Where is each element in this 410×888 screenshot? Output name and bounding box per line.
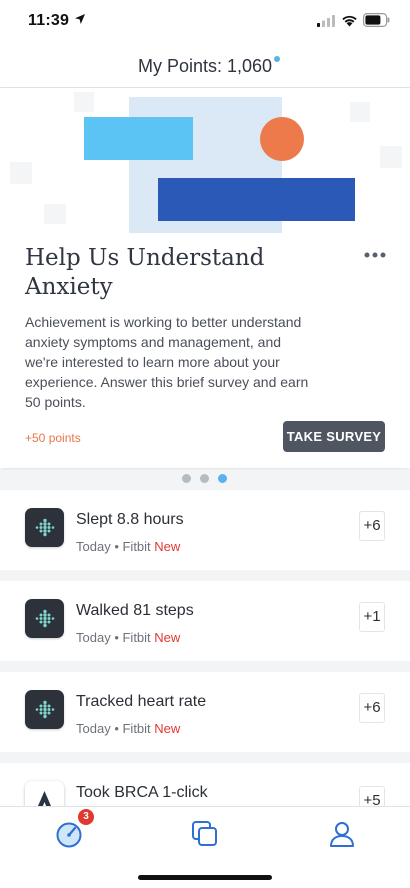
tab-studies[interactable] — [190, 819, 220, 849]
carousel-pager — [0, 470, 410, 490]
item-meta: Today • Fitbit New — [76, 539, 181, 554]
item-title: Took BRCA 1-click — [76, 784, 208, 801]
points-badge: +6 — [359, 511, 385, 541]
list-gap — [0, 661, 410, 672]
brca-logo-icon — [25, 781, 64, 806]
status-time: 11:39 — [28, 12, 70, 29]
take-survey-button[interactable]: TAKE SURVEY — [283, 421, 385, 452]
list-item[interactable]: Tracked heart rate Today • Fitbit New +6 — [0, 672, 410, 752]
person-icon — [330, 822, 354, 847]
points-title: My Points: 1,060 — [137, 56, 273, 76]
more-options-icon[interactable] — [364, 252, 386, 258]
item-title: Slept 8.8 hours — [76, 511, 184, 528]
fitbit-icon — [25, 599, 64, 638]
list-item[interactable]: Slept 8.8 hours Today • Fitbit New +6 — [0, 490, 410, 570]
tab-bar: 3 — [0, 806, 410, 888]
home-indicator — [138, 875, 272, 880]
list-item[interactable]: Took BRCA 1-click +5 — [0, 763, 410, 806]
tab-badge: 3 — [78, 809, 94, 825]
survey-points-label: +50 points — [25, 431, 81, 445]
new-badge: New — [154, 539, 181, 554]
item-meta: Today • Fitbit New — [76, 721, 181, 736]
pager-dot-active[interactable] — [218, 474, 227, 483]
status-bar: 11:39 — [0, 0, 410, 44]
pager-dot[interactable] — [182, 474, 191, 483]
pager-dot[interactable] — [200, 474, 209, 483]
survey-title: Help Us Understand Anxiety — [25, 245, 265, 300]
notification-dot — [274, 56, 280, 62]
stacked-squares-icon — [192, 821, 217, 846]
item-meta: Today • Fitbit New — [76, 630, 181, 645]
tab-activity[interactable] — [54, 819, 84, 849]
battery-icon — [363, 13, 390, 27]
survey-illustration — [10, 92, 402, 233]
item-title: Walked 81 steps — [76, 602, 194, 619]
fitbit-icon — [25, 690, 64, 729]
location-arrow-icon — [75, 14, 85, 24]
new-badge: New — [154, 721, 181, 736]
points-badge: +1 — [359, 602, 385, 632]
wifi-icon — [342, 15, 357, 27]
tab-profile[interactable] — [327, 819, 357, 849]
new-badge: New — [154, 630, 181, 645]
signal-icon — [317, 15, 335, 27]
points-header: My Points: 1,060 — [0, 44, 410, 88]
points-badge: +5 — [359, 786, 385, 806]
survey-description: Achievement is working to better underst… — [25, 314, 309, 410]
gauge-icon — [56, 822, 82, 848]
list-gap — [0, 570, 410, 581]
item-title: Tracked heart rate — [76, 693, 207, 710]
survey-card[interactable]: Help Us Understand Anxiety Achievement i… — [0, 88, 410, 468]
points-badge: +6 — [359, 693, 385, 723]
list-item[interactable]: Walked 81 steps Today • Fitbit New +1 — [0, 581, 410, 661]
list-gap — [0, 752, 410, 763]
fitbit-icon — [25, 508, 64, 547]
